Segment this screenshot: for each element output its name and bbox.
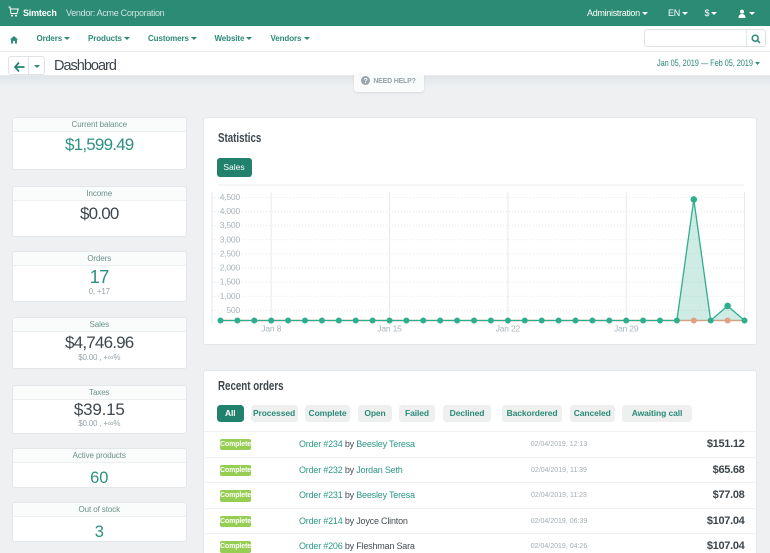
svg-text:1,000: 1,000 [220, 291, 241, 301]
svg-text:4,500: 4,500 [220, 192, 241, 202]
svg-text:2,000: 2,000 [220, 263, 241, 273]
svg-text:Jan 15: Jan 15 [377, 324, 402, 334]
svg-text:3,000: 3,000 [220, 234, 241, 244]
svg-text:?: ? [364, 78, 368, 85]
svg-text:3,500: 3,500 [220, 220, 241, 230]
svg-text:1,500: 1,500 [220, 277, 241, 287]
svg-text:Jan 8: Jan 8 [261, 324, 281, 334]
svg-text:Jan 22: Jan 22 [496, 324, 521, 334]
svg-text:Jan 29: Jan 29 [614, 324, 639, 334]
svg-text:4,000: 4,000 [220, 206, 241, 216]
svg-text:2,500: 2,500 [220, 249, 241, 259]
svg-text:500: 500 [226, 305, 240, 315]
